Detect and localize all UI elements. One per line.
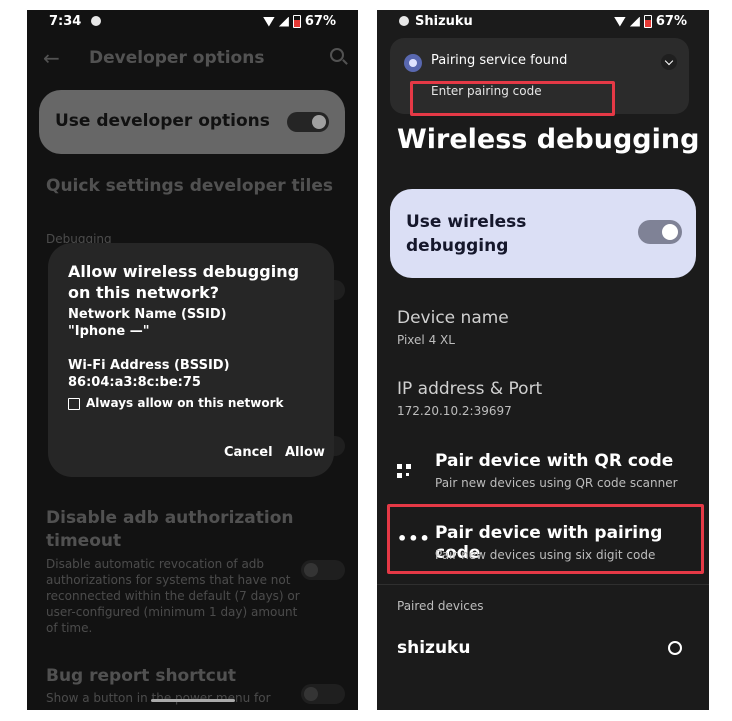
always-allow-checkbox[interactable] <box>68 398 80 410</box>
gesture-nav-bar[interactable] <box>150 699 235 702</box>
bug-report-title: Bug report shortcut <box>46 666 237 686</box>
gear-icon[interactable] <box>668 641 682 655</box>
developer-options-toggle[interactable] <box>287 112 329 132</box>
ip-port-label: IP address & Port <box>397 379 543 399</box>
toggle-knob <box>312 115 326 129</box>
allow-button[interactable]: Allow <box>285 445 325 460</box>
status-time: 7:34 <box>49 14 82 29</box>
pair-qr-title: Pair device with QR code <box>435 451 674 471</box>
qr-code-icon <box>397 464 411 478</box>
right-phone-screen: Shizuku 67% Pairing service found Enter … <box>377 10 709 710</box>
app-bar: ← Developer options <box>27 38 358 78</box>
paired-devices-header: Paired devices <box>397 599 484 613</box>
bug-report-toggle[interactable] <box>301 684 345 704</box>
allow-wireless-debugging-dialog: Allow wireless debugging on this network… <box>48 243 334 477</box>
adb-timeout-description: Disable automatic revocation of adb auth… <box>46 557 300 635</box>
battery-icon <box>643 15 652 28</box>
paired-device-name: shizuku <box>397 638 471 658</box>
search-icon[interactable] <box>330 48 344 62</box>
battery-icon <box>292 15 301 28</box>
ip-port-value: 172.20.10.2:39697 <box>397 404 512 418</box>
dialog-title: Allow wireless debugging on this network… <box>68 262 300 302</box>
wifi-icon <box>262 16 275 27</box>
status-app-name: Shizuku <box>415 14 473 29</box>
app-notification-icon <box>399 16 409 26</box>
highlight-box-pair-code <box>387 504 704 574</box>
page-title: Developer options <box>89 48 265 68</box>
adb-timeout-toggle[interactable] <box>301 560 345 580</box>
bssid-value: 86:04:a3:8c:be:75 <box>68 375 201 390</box>
signal-icon <box>629 16 640 27</box>
wireless-debugging-toggle[interactable] <box>638 220 682 244</box>
battery-percent: 67% <box>655 14 687 29</box>
wifi-icon <box>613 16 626 27</box>
pair-qr-subtitle: Pair new devices using QR code scanner <box>435 476 678 490</box>
notification-title: Pairing service found <box>431 53 568 68</box>
ssid-value: "Iphone —" <box>68 324 150 339</box>
device-name-label: Device name <box>397 308 509 328</box>
status-icons: 67% <box>262 14 336 29</box>
signal-icon <box>278 16 289 27</box>
use-wireless-debugging-card[interactable]: Use wireless debugging <box>390 189 696 278</box>
quick-settings-tiles[interactable]: Quick settings developer tiles <box>46 176 333 196</box>
battery-percent: 67% <box>304 14 336 29</box>
adb-timeout-title: Disable adb authorization timeout <box>46 508 294 551</box>
cancel-button[interactable]: Cancel <box>224 445 273 460</box>
back-arrow-icon[interactable]: ← <box>43 46 60 70</box>
use-developer-options-card[interactable]: Use developer options <box>39 90 345 154</box>
always-allow-label[interactable]: Always allow on this network <box>86 396 284 410</box>
use-wireless-debugging-label: Use wireless debugging <box>406 212 527 256</box>
bssid-label: Wi-Fi Address (BSSID) <box>68 358 230 373</box>
left-phone-screen: 7:34 67% ← Developer options Use develop… <box>27 10 358 710</box>
toggle-knob <box>662 224 678 240</box>
page-title: Wireless debugging <box>397 124 700 155</box>
toggle-knob <box>304 563 318 577</box>
use-developer-options-label: Use developer options <box>55 111 270 131</box>
app-notification-icon <box>91 16 101 26</box>
status-bar: 7:34 67% <box>27 10 358 34</box>
status-icons: 67% <box>613 14 687 29</box>
device-name-value: Pixel 4 XL <box>397 333 455 347</box>
ssid-label: Network Name (SSID) <box>68 307 227 322</box>
divider <box>377 584 709 585</box>
toggle-knob <box>304 687 318 701</box>
highlight-box-pairing-code-action <box>410 81 615 116</box>
expand-chevron-icon[interactable] <box>661 54 677 70</box>
shizuku-icon <box>404 54 422 72</box>
status-bar: Shizuku 67% <box>377 10 709 34</box>
bug-report-description: Show a button in the power menu for <box>46 691 271 705</box>
